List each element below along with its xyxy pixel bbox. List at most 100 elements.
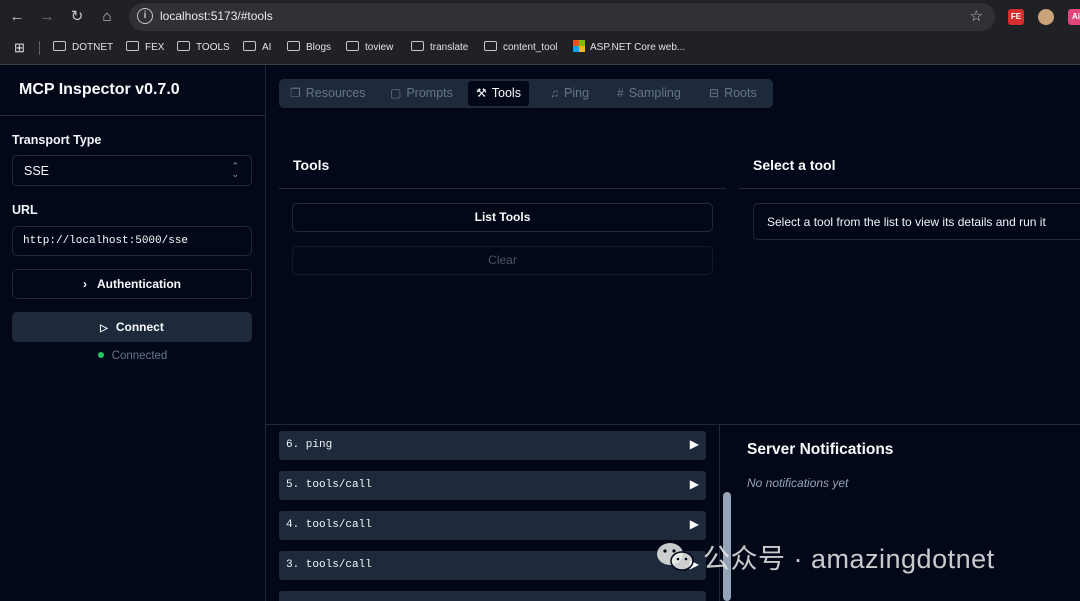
bookmark-label: AI xyxy=(262,42,272,53)
bookmark-label: DOTNET xyxy=(72,42,114,53)
expand-play-icon[interactable]: ▶ xyxy=(690,517,699,532)
url-input[interactable]: http://localhost:5000/sse xyxy=(12,226,252,256)
transport-type-value: SSE xyxy=(24,164,50,178)
status-dot-icon xyxy=(97,352,104,358)
tab-label: Sampling xyxy=(628,86,681,100)
hammer-icon: ⚒ xyxy=(476,86,487,100)
bookmark-tools[interactable]: TOOLS xyxy=(177,40,230,56)
folder-icon xyxy=(177,41,190,51)
notifications-empty-text: No notifications yet xyxy=(747,476,849,490)
extension-ai-icon[interactable]: Ai xyxy=(1068,9,1080,25)
bookmark-label: Blogs xyxy=(306,42,332,53)
bookmark-content-tool[interactable]: content_tool xyxy=(484,40,558,56)
browser-toolbar: ← → ↻ ⌂ i localhost:5173/#tools ☆ FE Ai xyxy=(0,0,1080,34)
apps-grid-icon[interactable]: ⊞ xyxy=(14,40,25,56)
bell-icon: ♫ xyxy=(550,86,559,100)
transport-type-label: Transport Type xyxy=(12,133,102,147)
wechat-watermark: 公众号 · amazingdotnet xyxy=(655,537,995,576)
bookmark-fex[interactable]: FEX xyxy=(126,40,164,56)
reload-icon[interactable]: ↻ xyxy=(66,6,88,28)
microsoft-logo-icon xyxy=(573,40,585,52)
transport-type-select[interactable]: SSE ⌃ ⌄ xyxy=(12,155,252,186)
home-icon[interactable]: ⌂ xyxy=(96,6,118,28)
bookmark-aspnet[interactable]: ASP.NET Core web... xyxy=(573,40,685,56)
tab-tools[interactable]: ⚒ Tools xyxy=(468,81,529,106)
watermark-text: 公众号 · amazingdotnet xyxy=(703,544,995,574)
sidebar-divider xyxy=(0,115,265,116)
site-info-icon[interactable]: i xyxy=(137,8,153,24)
history-item-label: 3. tools/call xyxy=(286,559,372,571)
tool-detail-placeholder: Select a tool from the list to view its … xyxy=(753,203,1080,240)
history-item[interactable] xyxy=(279,591,706,601)
bookmark-blogs[interactable]: Blogs xyxy=(287,40,331,56)
bookmark-ai[interactable]: AI xyxy=(243,40,271,56)
tab-ping[interactable]: ♫ Ping xyxy=(542,81,597,106)
bookmarks-bar: ⊞ DOTNET FEX TOOLS AI Blogs toview trans… xyxy=(0,36,1080,60)
tab-prompts[interactable]: ▢ Prompts xyxy=(382,81,461,106)
extension-fe-icon[interactable]: FE xyxy=(1008,9,1024,25)
folder-icon xyxy=(287,41,300,51)
bookmark-translate[interactable]: translate xyxy=(411,40,468,56)
tab-label: Prompts xyxy=(406,86,453,100)
folder-tree-icon: ⊟ xyxy=(709,86,720,100)
chevron-up-down-icon: ⌃ ⌄ xyxy=(231,161,239,179)
message-icon: ▢ xyxy=(390,86,402,100)
connection-status: Connected xyxy=(0,350,265,362)
authentication-button[interactable]: › Authentication xyxy=(12,269,252,299)
history-item[interactable]: 5. tools/call ▶ xyxy=(279,471,706,500)
bookmark-separator xyxy=(39,41,40,55)
bookmark-star-icon[interactable]: ☆ xyxy=(970,7,983,25)
history-item[interactable]: 4. tools/call ▶ xyxy=(279,511,706,540)
url-label: URL xyxy=(12,203,38,217)
expand-play-icon[interactable]: ▶ xyxy=(690,437,699,452)
list-tools-button[interactable]: List Tools xyxy=(292,203,713,232)
tab-label: Ping xyxy=(564,86,590,100)
clear-button[interactable]: Clear xyxy=(292,246,713,275)
tools-panel-divider xyxy=(279,188,726,189)
browser-chrome: ← → ↻ ⌂ i localhost:5173/#tools ☆ FE Ai … xyxy=(0,0,1080,65)
history-divider xyxy=(266,424,1080,425)
expand-play-icon[interactable]: ▶ xyxy=(690,477,699,492)
bookmark-label: ASP.NET Core web... xyxy=(590,42,686,53)
history-item[interactable]: 6. ping ▶ xyxy=(279,431,706,460)
bookmark-toview[interactable]: toview xyxy=(346,40,393,56)
play-icon: ▷ xyxy=(100,323,108,334)
authentication-label: Authentication xyxy=(97,277,181,291)
tool-detail-title: Select a tool xyxy=(753,157,836,173)
folder-icon xyxy=(411,41,424,51)
extension-avatar-icon[interactable] xyxy=(1038,9,1054,25)
sidebar: MCP Inspector v0.7.0 Transport Type SSE … xyxy=(0,65,266,601)
hash-icon: # xyxy=(617,86,624,100)
tool-detail-divider xyxy=(739,188,1080,189)
back-icon[interactable]: ← xyxy=(6,6,28,28)
folder-icon xyxy=(243,41,256,51)
bookmark-label: FEX xyxy=(145,42,165,53)
bookmark-dotnet[interactable]: DOTNET xyxy=(53,40,113,56)
app-title: MCP Inspector v0.7.0 xyxy=(19,81,180,98)
main-tabs: ❐ Resources ▢ Prompts ⚒ Tools ♫ Ping # Sampli… xyxy=(279,79,773,108)
address-url[interactable]: localhost:5173/#tools xyxy=(160,9,273,23)
folder-icon xyxy=(126,41,139,51)
server-notifications-title: Server Notifications xyxy=(747,441,894,458)
tab-label: Roots xyxy=(724,86,757,100)
connection-status-text: Connected xyxy=(111,350,168,362)
folder-icon xyxy=(346,41,359,51)
tab-sampling[interactable]: # Sampling xyxy=(609,81,689,106)
folder-icon xyxy=(53,41,66,51)
bookmark-label: toview xyxy=(365,42,394,53)
history-item-label: 6. ping xyxy=(286,439,333,451)
tools-panel-title: Tools xyxy=(293,157,330,173)
tab-resources[interactable]: ❐ Resources xyxy=(282,81,374,106)
wechat-logo-icon xyxy=(657,543,694,571)
chevron-right-icon: › xyxy=(83,277,87,291)
bookmark-label: TOOLS xyxy=(196,42,230,53)
files-icon: ❐ xyxy=(290,86,301,100)
connect-button[interactable]: ▷ Connect xyxy=(12,312,252,342)
forward-icon[interactable]: → xyxy=(36,6,58,28)
tab-roots[interactable]: ⊟ Roots xyxy=(701,81,765,106)
history-item-label: 5. tools/call xyxy=(286,479,372,491)
history-item-label: 4. tools/call xyxy=(286,519,372,531)
address-bar[interactable]: i localhost:5173/#tools ☆ xyxy=(129,3,995,31)
history-item[interactable]: 3. tools/call ▶ xyxy=(279,551,706,580)
folder-icon xyxy=(484,41,497,51)
